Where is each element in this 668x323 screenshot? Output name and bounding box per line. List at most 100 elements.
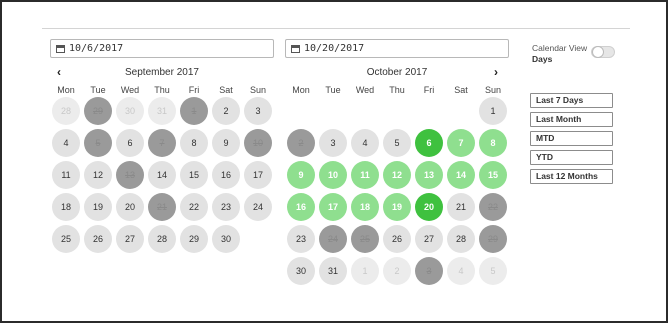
calendar-day: 7 xyxy=(148,129,176,157)
date-picker-panel: 10/6/2017 10/20/2017 ‹ September 2017 Mo… xyxy=(0,0,668,323)
calendar-day[interactable]: 28 xyxy=(447,225,475,253)
weekday-label: Fri xyxy=(188,85,200,95)
calendar-icon xyxy=(56,44,65,53)
calendar-day[interactable]: 28 xyxy=(148,225,176,253)
calendar-day[interactable]: 15 xyxy=(180,161,208,189)
calendar-day[interactable]: 14 xyxy=(148,161,176,189)
weekday-label: Thu xyxy=(154,85,170,95)
calendar-day[interactable]: 7 xyxy=(447,129,475,157)
calendar-day: 22 xyxy=(479,193,507,221)
calendar-day[interactable]: 13 xyxy=(415,161,443,189)
calendar-day[interactable]: 5 xyxy=(383,129,411,157)
calendar-day[interactable]: 26 xyxy=(84,225,112,253)
calendar-day[interactable]: 23 xyxy=(212,193,240,221)
mtd-button[interactable]: MTD xyxy=(530,131,613,146)
weekday-label: Thu xyxy=(389,85,405,95)
calendar-day[interactable]: 9 xyxy=(212,129,240,157)
calendar-day[interactable]: 16 xyxy=(287,193,315,221)
calendar-day[interactable]: 4 xyxy=(351,129,379,157)
calendar-day[interactable]: 21 xyxy=(447,193,475,221)
calendar-day: 5 xyxy=(479,257,507,285)
calendar-day[interactable]: 25 xyxy=(52,225,80,253)
calendar-day: 13 xyxy=(116,161,144,189)
end-date-field[interactable]: 10/20/2017 xyxy=(285,39,509,58)
calendar-day[interactable]: 18 xyxy=(351,193,379,221)
end-date-value: 10/20/2017 xyxy=(304,43,365,54)
weekday-label: Tue xyxy=(325,85,341,95)
weekday-label: Mon xyxy=(57,85,75,95)
ytd-button[interactable]: YTD xyxy=(530,150,613,165)
calendar-day[interactable]: 6 xyxy=(116,129,144,157)
calendar-day[interactable]: 20 xyxy=(116,193,144,221)
calendar-day[interactable]: 23 xyxy=(287,225,315,253)
weekday-label: Mon xyxy=(292,85,310,95)
calendar-day[interactable]: 27 xyxy=(415,225,443,253)
weekday-label: Sun xyxy=(484,85,501,95)
calendar-day[interactable]: 11 xyxy=(52,161,80,189)
calendar-day[interactable]: 30 xyxy=(287,257,315,285)
calendar-day[interactable]: 4 xyxy=(52,129,80,157)
calendar-day[interactable]: 19 xyxy=(84,193,112,221)
toggle-knob xyxy=(592,46,604,58)
calendar-day[interactable]: 17 xyxy=(244,161,272,189)
calendar-day: 28 xyxy=(52,97,80,125)
calendar-day: 10 xyxy=(244,129,272,157)
month-title: September 2017 xyxy=(125,67,199,78)
calendar-day[interactable]: 31 xyxy=(319,257,347,285)
last-month-button[interactable]: Last Month xyxy=(530,112,613,127)
calendar-day: 24 xyxy=(319,225,347,253)
calendar-day[interactable]: 16 xyxy=(212,161,240,189)
calendar-day: 25 xyxy=(351,225,379,253)
calendar-day[interactable]: 8 xyxy=(479,129,507,157)
calendar-day[interactable]: 3 xyxy=(244,97,272,125)
start-date-field[interactable]: 10/6/2017 xyxy=(50,39,274,58)
start-date-value: 10/6/2017 xyxy=(69,43,124,54)
calendar-day[interactable]: 15 xyxy=(479,161,507,189)
calendar-day[interactable]: 3 xyxy=(319,129,347,157)
calendar-day[interactable]: 12 xyxy=(84,161,112,189)
calendar-day[interactable]: 19 xyxy=(383,193,411,221)
calendar-day[interactable]: 18 xyxy=(52,193,80,221)
last-7-days-button[interactable]: Last 7 Days xyxy=(530,93,613,108)
calendar-day[interactable]: 26 xyxy=(383,225,411,253)
calendar-day: 29 xyxy=(84,97,112,125)
calendar-day[interactable]: 30 xyxy=(212,225,240,253)
weekday-header: Mon Tue Wed Thu Fri Sat Sun xyxy=(50,85,274,97)
calendar-day: 4 xyxy=(447,257,475,285)
last-12-months-button[interactable]: Last 12 Months xyxy=(530,169,613,184)
october-calendar: October 2017 › Mon Tue Wed Thu Fri Sat Sun 123… xyxy=(285,66,509,285)
calendar-header: October 2017 › xyxy=(285,66,509,80)
calendar-header: ‹ September 2017 xyxy=(50,66,274,80)
weekday-label: Wed xyxy=(355,85,375,95)
calendar-day[interactable]: 24 xyxy=(244,193,272,221)
month-title: October 2017 xyxy=(366,67,428,78)
calendar-day[interactable]: 29 xyxy=(180,225,208,253)
weekday-label: Sat xyxy=(454,85,468,95)
calendar-day[interactable]: 10 xyxy=(319,161,347,189)
calendar-day[interactable]: 8 xyxy=(180,129,208,157)
calendar-view-toggle[interactable] xyxy=(591,46,615,58)
calendar-day[interactable]: 2 xyxy=(212,97,240,125)
calendar-day: 2 xyxy=(287,129,315,157)
calendar-day[interactable]: 20 xyxy=(415,193,443,221)
weekday-label: Wed xyxy=(120,85,140,95)
calendar-day[interactable]: 14 xyxy=(447,161,475,189)
chevron-right-icon[interactable]: › xyxy=(494,66,498,79)
calendar-day[interactable]: 12 xyxy=(383,161,411,189)
calendar-day[interactable]: 17 xyxy=(319,193,347,221)
calendar-day: 1 xyxy=(180,97,208,125)
calendar-day: 30 xyxy=(116,97,144,125)
calendar-day[interactable]: 9 xyxy=(287,161,315,189)
calendar-day[interactable]: 1 xyxy=(479,97,507,125)
calendar-day: 2 xyxy=(383,257,411,285)
calendar-day: 31 xyxy=(148,97,176,125)
calendar-view-label: Calendar View xyxy=(532,43,588,53)
calendar-day[interactable]: 22 xyxy=(180,193,208,221)
weekday-label: Sun xyxy=(249,85,266,95)
calendar-day[interactable]: 11 xyxy=(351,161,379,189)
calendar-day[interactable]: 27 xyxy=(116,225,144,253)
calendar-day[interactable]: 6 xyxy=(415,129,443,157)
september-calendar: ‹ September 2017 Mon Tue Wed Thu Fri Sat Sun 2… xyxy=(50,66,274,253)
weekday-label: Tue xyxy=(90,85,106,95)
chevron-left-icon[interactable]: ‹ xyxy=(57,66,61,79)
